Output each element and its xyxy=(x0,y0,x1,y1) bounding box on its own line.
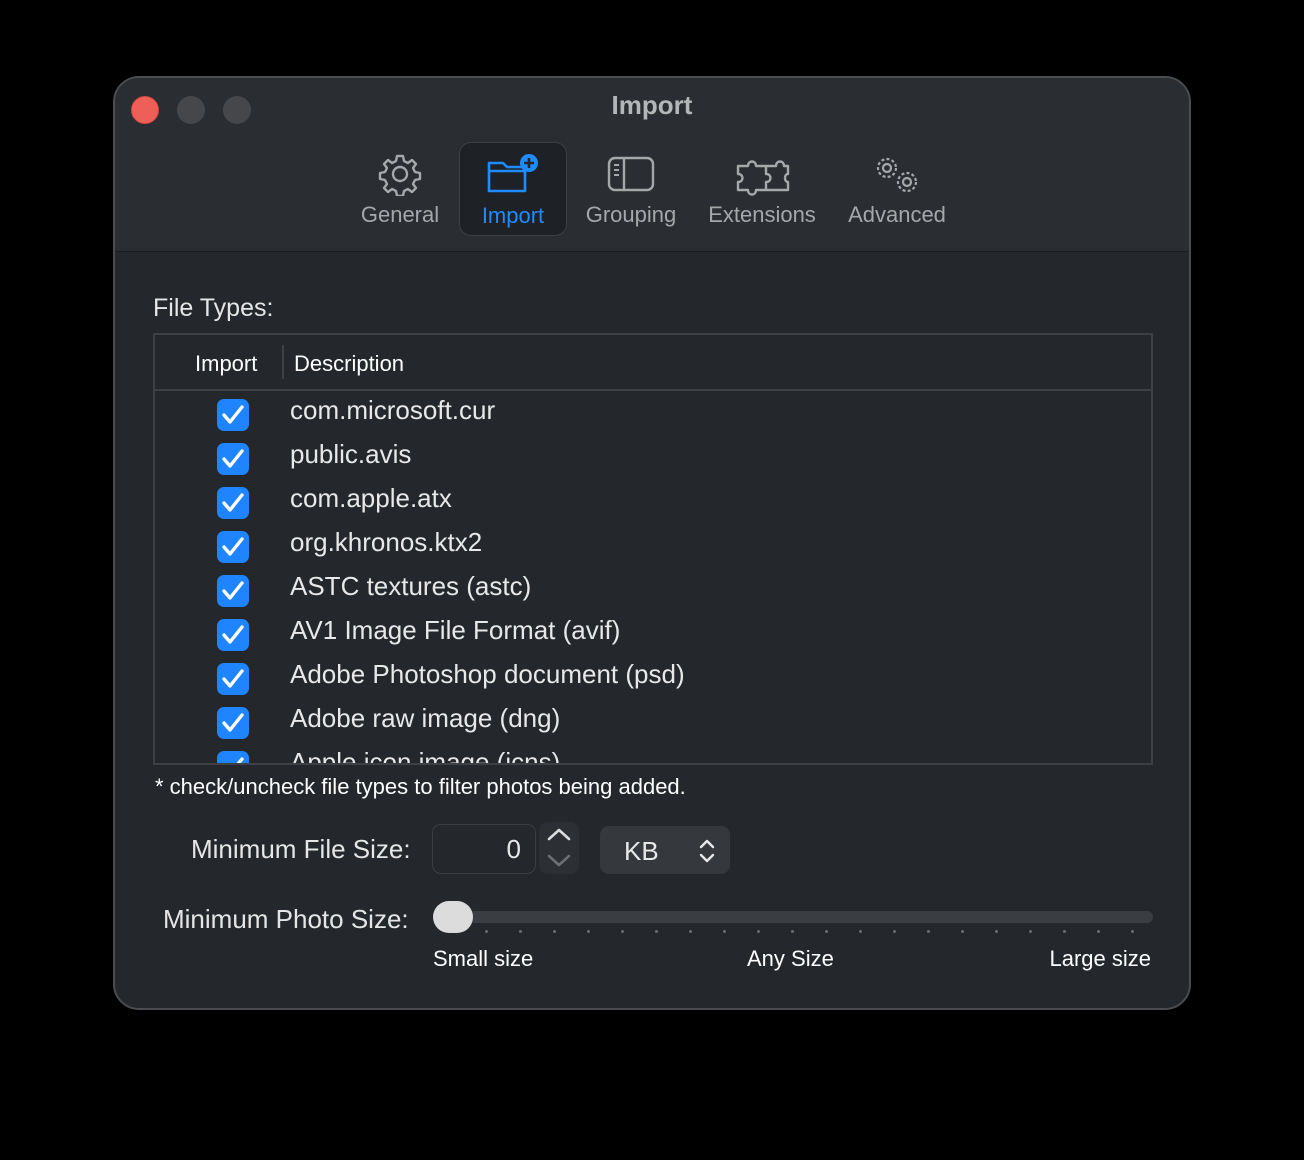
tab-grouping-label: Grouping xyxy=(585,202,677,227)
slider-tick xyxy=(519,930,522,933)
tab-import[interactable]: Import xyxy=(459,142,567,236)
file-types-label: File Types: xyxy=(153,294,274,322)
toolbar: General Import Grouping Extensions Advan… xyxy=(115,140,1189,240)
file-type-description: com.apple.atx xyxy=(290,483,452,513)
column-header-import[interactable]: Import xyxy=(195,351,257,377)
preferences-window: Import General Import Grouping Extension… xyxy=(113,76,1191,1010)
slider-tick xyxy=(825,930,828,933)
table-header: Import Description xyxy=(155,335,1151,391)
filter-hint: * check/uncheck file types to filter pho… xyxy=(155,774,686,799)
min-file-size-input[interactable]: 0 xyxy=(432,824,536,874)
slider-tick xyxy=(995,930,998,933)
window-title: Import xyxy=(611,90,693,120)
slider-tick xyxy=(791,930,794,933)
table-row: Adobe raw image (dng) xyxy=(155,703,1151,747)
slider-tick xyxy=(961,930,964,933)
import-checkbox[interactable] xyxy=(217,619,249,651)
stepper-up-button[interactable] xyxy=(539,822,579,848)
table-row: AV1 Image File Format (avif) xyxy=(155,615,1151,659)
tab-extensions-label: Extensions xyxy=(708,202,816,227)
file-type-description: Adobe raw image (dng) xyxy=(290,703,561,733)
column-header-description[interactable]: Description xyxy=(294,351,404,377)
tab-import-label: Import xyxy=(481,203,545,228)
import-checkbox[interactable] xyxy=(217,575,249,607)
size-unit-select[interactable]: KB xyxy=(600,826,730,874)
slider-tick xyxy=(859,930,862,933)
slider-mid-label: Any Size xyxy=(747,946,834,971)
gears-icon xyxy=(841,152,953,196)
slider-tick xyxy=(655,930,658,933)
stepper-down-button[interactable] xyxy=(539,848,579,874)
min-file-size-label: Minimum File Size: xyxy=(191,834,411,864)
tab-general[interactable]: General xyxy=(355,142,445,236)
min-file-size-stepper[interactable] xyxy=(539,822,579,874)
tab-grouping[interactable]: Grouping xyxy=(579,142,683,236)
slider-tick xyxy=(927,930,930,933)
table-row: Apple icon image (icns) xyxy=(155,747,1151,765)
file-types-table[interactable]: Import Description com.microsoft.cur pub… xyxy=(153,333,1153,765)
puzzle-icon xyxy=(701,152,823,196)
tab-advanced-label: Advanced xyxy=(848,202,946,227)
folder-plus-icon xyxy=(460,153,566,197)
sidebar-icon xyxy=(579,152,683,196)
slider-tick xyxy=(689,930,692,933)
import-checkbox[interactable] xyxy=(217,751,249,763)
slider-min-label: Small size xyxy=(433,946,534,971)
min-photo-size-label: Minimum Photo Size: xyxy=(163,904,409,934)
table-row: ASTC textures (astc) xyxy=(155,571,1151,615)
import-checkbox[interactable] xyxy=(217,663,249,695)
import-checkbox[interactable] xyxy=(217,487,249,519)
table-row: com.microsoft.cur xyxy=(155,395,1151,439)
file-type-description: AV1 Image File Format (avif) xyxy=(290,615,621,645)
file-type-description: org.khronos.ktx2 xyxy=(290,527,483,557)
slider-tick xyxy=(621,930,624,933)
table-row: Adobe Photoshop document (psd) xyxy=(155,659,1151,703)
titlebar: Import General Import Grouping Extension… xyxy=(115,78,1189,252)
chevron-down-icon xyxy=(547,854,571,867)
tab-advanced[interactable]: Advanced xyxy=(841,142,953,236)
file-type-description: public.avis xyxy=(290,439,412,469)
slider-tick xyxy=(893,930,896,933)
photo-size-slider-track[interactable] xyxy=(433,911,1153,923)
slider-tick xyxy=(723,930,726,933)
slider-tick xyxy=(553,930,556,933)
import-checkbox[interactable] xyxy=(217,707,249,739)
import-checkbox[interactable] xyxy=(217,443,249,475)
size-unit-value: KB xyxy=(624,836,659,866)
file-type-description: Apple icon image (icns) xyxy=(290,747,561,765)
chevron-up-icon xyxy=(547,828,571,841)
slider-tick xyxy=(1063,930,1066,933)
tab-extensions[interactable]: Extensions xyxy=(701,142,823,236)
file-type-description: com.microsoft.cur xyxy=(290,395,496,425)
updown-chevron-icon xyxy=(699,839,715,863)
import-checkbox[interactable] xyxy=(217,399,249,431)
table-row: org.khronos.ktx2 xyxy=(155,527,1151,571)
slider-tick xyxy=(1097,930,1100,933)
photo-size-slider-thumb[interactable] xyxy=(433,901,473,933)
file-type-description: Adobe Photoshop document (psd) xyxy=(290,659,685,689)
table-row: com.apple.atx xyxy=(155,483,1151,527)
slider-tick xyxy=(485,930,488,933)
slider-tick xyxy=(1131,930,1134,933)
column-separator[interactable] xyxy=(282,345,284,379)
tab-general-label: General xyxy=(360,202,440,227)
slider-max-label: Large size xyxy=(1049,946,1151,971)
slider-tick xyxy=(587,930,590,933)
table-row: public.avis xyxy=(155,439,1151,483)
slider-tick xyxy=(1029,930,1032,933)
slider-tick xyxy=(757,930,760,933)
import-checkbox[interactable] xyxy=(217,531,249,563)
gear-icon xyxy=(355,152,445,196)
file-type-description: ASTC textures (astc) xyxy=(290,571,532,601)
